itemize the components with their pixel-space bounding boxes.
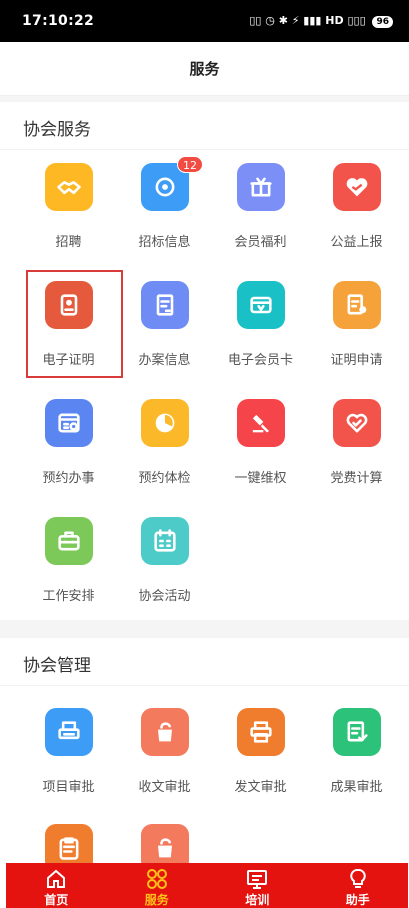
tab-assistant[interactable]: 助手: [308, 863, 409, 908]
service-item[interactable]: 收文审批: [117, 708, 212, 820]
service-item[interactable]: 招聘: [21, 163, 116, 275]
service-label: 一键维权: [234, 471, 287, 486]
status-icons: ▯▯ ◷ ✱ ⚡ ▮▮▮ HD ▯▯▯ 96: [249, 14, 393, 28]
tab-service[interactable]: 服务: [107, 863, 208, 908]
service-item[interactable]: 12 招标信息: [117, 156, 212, 275]
service-label: 预约办事: [42, 471, 95, 486]
service-label: 收文审批: [138, 780, 191, 795]
heart-hand-icon: [333, 163, 381, 211]
status-bar: 17:10:22 ▯▯ ◷ ✱ ⚡ ▮▮▮ HD ▯▯▯ 96: [0, 0, 409, 42]
service-item[interactable]: 成果审批: [309, 708, 404, 820]
status-indicators: ▯▯ ◷ ✱ ⚡ ▮▮▮ HD ▯▯▯: [249, 14, 366, 27]
service-item[interactable]: 预约体检: [117, 399, 212, 511]
print-out-icon: [237, 708, 285, 756]
service-label: 会员福利: [234, 235, 287, 250]
gavel-icon: [237, 399, 285, 447]
service-item[interactable]: 党费计算: [309, 399, 404, 511]
notification-badge: 12: [177, 156, 203, 173]
service-label: 党费计算: [330, 471, 383, 486]
approval-icon: [333, 708, 381, 756]
tab-home[interactable]: 首页: [6, 863, 107, 908]
section-header-association-management: 协会管理: [0, 638, 409, 686]
service-label: 工作安排: [42, 589, 95, 604]
service-label: 预约体检: [138, 471, 191, 486]
section-header-association-services: 协会服务: [0, 102, 409, 150]
handshake-icon: [45, 163, 93, 211]
printer-icon: [45, 708, 93, 756]
grid-icon: [146, 869, 167, 889]
home-icon: [47, 869, 66, 888]
tab-label: 助手: [345, 893, 370, 907]
service-item[interactable]: 项目审批: [21, 708, 116, 820]
section-title: 协会服务: [23, 120, 91, 140]
inbox-icon: [141, 708, 189, 756]
heart-icon: [333, 399, 381, 447]
service-label: 发文审批: [234, 780, 287, 795]
service-item[interactable]: 预约办事: [21, 399, 116, 511]
briefcase-icon: [45, 517, 93, 565]
service-label: 公益上报: [330, 235, 383, 250]
document-icon: [141, 281, 189, 329]
service-item[interactable]: 一键维权: [213, 399, 308, 511]
service-label: 电子会员卡: [227, 353, 293, 368]
bottom-tab-bar: 首页 服务 培训 助手: [6, 863, 408, 908]
card-icon: [237, 281, 285, 329]
service-item[interactable]: 协会活动: [117, 517, 212, 629]
nav-bar: 服务: [0, 42, 409, 96]
service-label: 招标信息: [138, 235, 191, 250]
service-label: 招聘: [55, 235, 82, 250]
service-label: 协会活动: [138, 589, 191, 604]
tab-training[interactable]: 培训: [207, 863, 308, 908]
service-item[interactable]: 工作安排: [21, 517, 116, 629]
service-item[interactable]: 电子会员卡: [213, 281, 308, 393]
service-item[interactable]: 发文审批: [213, 708, 308, 820]
calendar-clock-icon: [45, 399, 93, 447]
service-item[interactable]: 证明申请: [309, 281, 404, 393]
calendar-icon: [141, 517, 189, 565]
service-item[interactable]: 会员福利: [213, 163, 308, 275]
tab-label: 服务: [144, 893, 169, 907]
bulb-icon: [350, 868, 366, 888]
board-icon: [247, 870, 268, 889]
selection-highlight: [26, 270, 123, 378]
service-item[interactable]: 办案信息: [117, 281, 212, 393]
apply-icon: [333, 281, 381, 329]
service-label: 项目审批: [42, 780, 95, 795]
tab-label: 首页: [44, 893, 69, 907]
tab-label: 培训: [245, 893, 270, 907]
service-label: 成果审批: [330, 780, 383, 795]
gift-icon: [237, 163, 285, 211]
battery-icon: 96: [372, 16, 393, 28]
status-time: 17:10:22: [22, 13, 95, 29]
service-item[interactable]: 公益上报: [309, 163, 404, 275]
clock-icon: [141, 399, 189, 447]
service-label: 办案信息: [138, 353, 191, 368]
service-label: 证明申请: [330, 353, 383, 368]
section-title: 协会管理: [23, 656, 91, 676]
section-gap: [0, 620, 409, 638]
page-title: 服务: [189, 60, 220, 78]
